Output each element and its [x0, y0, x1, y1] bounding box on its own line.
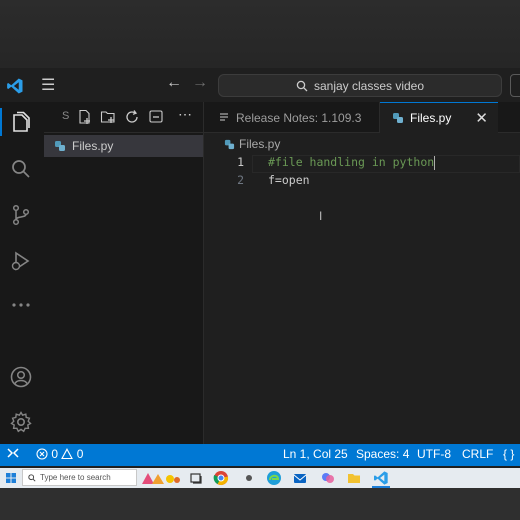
title-bar: ☰ ← → sanjay classes video [0, 68, 520, 102]
decorative-banner-icon [142, 473, 180, 484]
file-item-label: Files.py [72, 139, 114, 153]
vscode-taskbar-icon[interactable] [373, 470, 389, 486]
explorer-toolbar: S ⋯ [44, 102, 204, 133]
explorer-section-label: S [62, 110, 70, 122]
forward-arrow-icon[interactable]: → [192, 74, 208, 92]
tab-files-py[interactable]: Files.py ✕ [380, 102, 498, 133]
run-debug-icon[interactable] [9, 249, 33, 273]
python-file-icon [224, 139, 235, 149]
remote-indicator-icon[interactable] [7, 446, 19, 463]
mouse-ibeam-cursor: I [319, 209, 323, 223]
vscode-logo-icon[interactable] [6, 77, 24, 95]
line-number: 2 [237, 173, 244, 187]
status-bar: 0 0 Ln 1, Col 25 Spaces: 4 UTF-8 CRLF { … [0, 444, 520, 466]
code-line: 1 #file handling in python [204, 155, 520, 173]
tab-release-notes[interactable]: Release Notes: 1.109.3 [204, 102, 380, 133]
more-icon[interactable] [9, 293, 33, 317]
problems-indicator[interactable]: 0 0 [36, 447, 83, 461]
tab-label: Release Notes: 1.109.3 [236, 110, 362, 125]
breadcrumb-file: Files.py [239, 137, 281, 151]
search-icon[interactable] [9, 157, 33, 181]
mail-icon[interactable] [292, 470, 308, 486]
refresh-icon[interactable] [124, 109, 140, 125]
search-icon [28, 473, 36, 482]
collapse-all-icon[interactable] [148, 109, 164, 125]
account-icon[interactable] [9, 365, 33, 389]
task-view-icon[interactable] [188, 470, 204, 486]
explorer-sidebar: S ⋯ Files.py [44, 102, 204, 444]
code-line: 2 f=open [204, 173, 520, 191]
document-icon [220, 112, 228, 121]
error-icon [36, 448, 48, 460]
code-editor[interactable]: Files.py 1 #file handling in python 2 f=… [204, 133, 520, 444]
file-explorer-icon[interactable] [346, 470, 362, 486]
comment-text: #file handling in python [268, 155, 435, 169]
taskbar-search-box[interactable]: Type here to search [22, 469, 137, 486]
edge-icon[interactable] [266, 470, 282, 486]
new-file-icon[interactable] [77, 109, 93, 125]
language-mode[interactable]: { } [503, 447, 514, 461]
layout-control-button[interactable] [510, 74, 520, 97]
tab-label: Files.py [410, 111, 452, 125]
warning-count: 0 [76, 447, 84, 461]
new-folder-icon[interactable] [100, 109, 116, 125]
text-caret [434, 155, 436, 170]
back-arrow-icon[interactable]: ← [166, 74, 182, 92]
source-control-icon[interactable] [9, 203, 33, 227]
settings-icon[interactable] [9, 410, 33, 434]
hamburger-menu-icon[interactable]: ☰ [41, 75, 55, 95]
error-count: 0 [51, 447, 59, 461]
encoding-setting[interactable]: UTF-8 [417, 447, 451, 461]
cursor-position[interactable]: Ln 1, Col 25 [283, 447, 348, 461]
warning-icon [61, 448, 74, 460]
chrome-icon[interactable] [213, 470, 229, 486]
indentation-setting[interactable]: Spaces: 4 [356, 447, 409, 461]
windows-taskbar: Type here to search [0, 468, 520, 488]
command-center-label: sanjay classes video [313, 78, 425, 93]
active-indicator [0, 108, 2, 136]
editor-tab-bar: Release Notes: 1.109.3 Files.py ✕ [204, 102, 520, 133]
breadcrumb[interactable]: Files.py [224, 137, 280, 151]
copilot-icon[interactable] [320, 470, 336, 486]
app-icon[interactable] [241, 470, 257, 486]
activity-bar [0, 102, 44, 444]
screen-top-area [0, 0, 520, 68]
explorer-icon[interactable] [9, 111, 33, 135]
line-ending-setting[interactable]: CRLF [462, 447, 493, 461]
windows-start-icon[interactable] [6, 473, 16, 483]
search-icon [296, 80, 308, 91]
python-file-icon [393, 113, 403, 123]
screen-bottom-area [0, 488, 520, 520]
command-center-search[interactable]: sanjay classes video [218, 74, 502, 97]
file-item[interactable]: Files.py [44, 135, 203, 157]
taskbar-search-placeholder: Type here to search [40, 473, 111, 482]
python-file-icon [55, 141, 65, 151]
close-icon[interactable]: ✕ [475, 109, 488, 127]
code-text: #file handling in python [268, 155, 436, 170]
more-actions-icon[interactable]: ⋯ [178, 106, 193, 123]
line-number: 1 [237, 155, 244, 169]
code-text: f=open [268, 173, 310, 187]
